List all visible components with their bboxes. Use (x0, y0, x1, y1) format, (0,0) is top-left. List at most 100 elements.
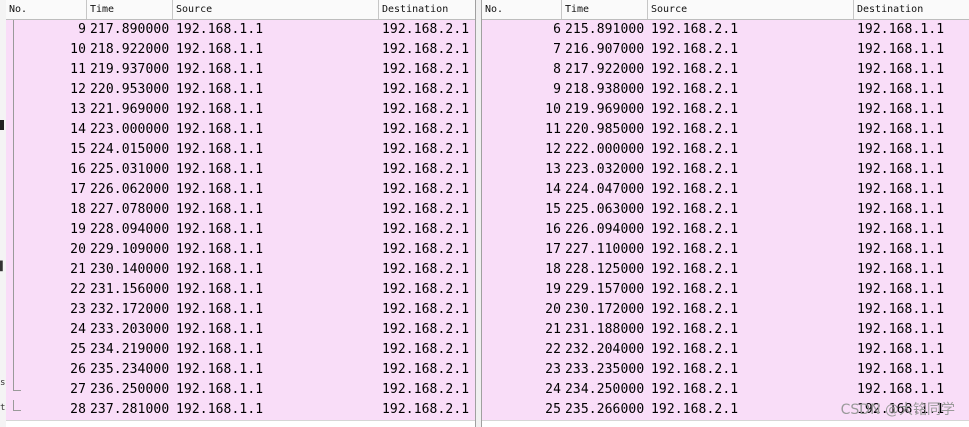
table-row[interactable]: 12 222.000000 192.168.2.1 192.168.1.1 (482, 140, 969, 160)
table-row[interactable]: 18 227.078000 192.168.1.1 192.168.2.1 (6, 200, 475, 220)
table-row[interactable]: 22 231.156000 192.168.1.1 192.168.2.1 (6, 280, 475, 300)
table-row[interactable]: 15 224.015000 192.168.1.1 192.168.2.1 (6, 140, 475, 160)
cell-time: 234.219000 (90, 342, 170, 357)
cell-source: 192.168.2.1 (651, 362, 739, 377)
cell-destination: 192.168.2.1 (382, 222, 470, 237)
table-row[interactable]: 9 217.890000 192.168.1.1 192.168.2.1 (6, 20, 475, 40)
cell-source: 192.168.1.1 (176, 102, 264, 117)
cell-source: 192.168.2.1 (651, 22, 739, 37)
table-row[interactable]: 11 219.937000 192.168.1.1 192.168.2.1 (6, 60, 475, 80)
table-row[interactable]: 28 237.281000 192.168.1.1 192.168.2.1 (6, 400, 475, 420)
cell-destination: 192.168.1.1 (857, 282, 945, 297)
cell-no: 9 (553, 82, 561, 97)
cell-no: 19 (545, 282, 561, 297)
table-row[interactable]: 21 231.188000 192.168.2.1 192.168.1.1 (482, 320, 969, 340)
cell-source: 192.168.2.1 (651, 382, 739, 397)
table-row[interactable]: 10 218.922000 192.168.1.1 192.168.2.1 (6, 40, 475, 60)
table-row[interactable]: 16 226.094000 192.168.2.1 192.168.1.1 (482, 220, 969, 240)
cell-time: 216.907000 (565, 42, 645, 57)
table-row[interactable]: 19 228.094000 192.168.1.1 192.168.2.1 (6, 220, 475, 240)
table-row[interactable]: 18 228.125000 192.168.2.1 192.168.1.1 (482, 260, 969, 280)
cell-destination: 192.168.2.1 (382, 402, 470, 417)
cell-destination: 192.168.2.1 (382, 42, 470, 57)
cell-destination: 192.168.1.1 (857, 42, 945, 57)
table-row[interactable]: 11 220.985000 192.168.2.1 192.168.1.1 (482, 120, 969, 140)
table-row[interactable]: 24 234.250000 192.168.2.1 192.168.1.1 (482, 380, 969, 400)
packet-list-left: No. Time Source Destination 9 217.890000 1… (6, 0, 475, 427)
cell-source: 192.168.2.1 (651, 162, 739, 177)
table-row[interactable]: 13 223.032000 192.168.2.1 192.168.1.1 (482, 160, 969, 180)
cell-no: 11 (70, 62, 86, 77)
packet-rows: 9 217.890000 192.168.1.1 192.168.2.1 10 218.9… (6, 20, 475, 420)
cell-time: 236.250000 (90, 382, 170, 397)
column-header-destination[interactable]: Destination (854, 0, 969, 19)
column-header-source[interactable]: Source (648, 0, 854, 19)
cell-source: 192.168.1.1 (176, 402, 264, 417)
cell-destination: 192.168.2.1 (382, 162, 470, 177)
cell-no: 12 (70, 82, 86, 97)
cell-no: 16 (545, 222, 561, 237)
cell-source: 192.168.2.1 (651, 182, 739, 197)
cell-source: 192.168.2.1 (651, 242, 739, 257)
cell-time: 232.204000 (565, 342, 645, 357)
cell-destination: 192.168.1.1 (857, 382, 945, 397)
cell-source: 192.168.1.1 (176, 262, 264, 277)
table-row[interactable]: 14 223.000000 192.168.1.1 192.168.2.1 (6, 120, 475, 140)
table-row[interactable]: 20 230.172000 192.168.2.1 192.168.1.1 (482, 300, 969, 320)
cell-no: 27 (70, 382, 86, 397)
table-row[interactable]: 10 219.969000 192.168.2.1 192.168.1.1 (482, 100, 969, 120)
table-row[interactable]: 13 221.969000 192.168.1.1 192.168.2.1 (6, 100, 475, 120)
cell-no: 9 (78, 22, 86, 37)
cell-destination: 192.168.2.1 (382, 122, 470, 137)
table-row[interactable]: 19 229.157000 192.168.2.1 192.168.1.1 (482, 280, 969, 300)
column-header-no[interactable]: No. (482, 0, 562, 19)
cell-destination: 192.168.2.1 (382, 262, 470, 277)
column-header-destination[interactable]: Destination (379, 0, 475, 19)
cell-time: 220.953000 (90, 82, 170, 97)
table-row[interactable]: 25 234.219000 192.168.1.1 192.168.2.1 (6, 340, 475, 360)
table-row[interactable]: 8 217.922000 192.168.2.1 192.168.1.1 (482, 60, 969, 80)
cell-source: 192.168.1.1 (176, 42, 264, 57)
cell-source: 192.168.1.1 (176, 202, 264, 217)
column-header-time[interactable]: Time (562, 0, 648, 19)
cell-no: 25 (70, 342, 86, 357)
table-row[interactable]: 24 233.203000 192.168.1.1 192.168.2.1 (6, 320, 475, 340)
cell-no: 24 (70, 322, 86, 337)
table-row[interactable]: 17 227.110000 192.168.2.1 192.168.1.1 (482, 240, 969, 260)
table-row[interactable]: 23 232.172000 192.168.1.1 192.168.2.1 (6, 300, 475, 320)
table-row[interactable]: 20 229.109000 192.168.1.1 192.168.2.1 (6, 240, 475, 260)
cell-source: 192.168.1.1 (176, 322, 264, 337)
cell-no: 21 (545, 322, 561, 337)
cell-destination: 192.168.2.1 (382, 362, 470, 377)
table-row[interactable]: 7 216.907000 192.168.2.1 192.168.1.1 (482, 40, 969, 60)
table-row[interactable]: 14 224.047000 192.168.2.1 192.168.1.1 (482, 180, 969, 200)
column-header-time[interactable]: Time (87, 0, 173, 19)
cell-time: 231.156000 (90, 282, 170, 297)
cell-no: 20 (70, 242, 86, 257)
table-row[interactable]: 16 225.031000 192.168.1.1 192.168.2.1 (6, 160, 475, 180)
empty-area (482, 420, 969, 427)
cell-time: 225.031000 (90, 162, 170, 177)
cell-no: 22 (545, 342, 561, 357)
edge-mark: t (0, 403, 6, 413)
packet-list-right: No. Time Source Destination 6 215.891000 1… (482, 0, 969, 427)
table-row[interactable]: 17 226.062000 192.168.1.1 192.168.2.1 (6, 180, 475, 200)
column-header-no[interactable]: No. (6, 0, 87, 19)
table-row[interactable]: 6 215.891000 192.168.2.1 192.168.1.1 (482, 20, 969, 40)
column-header-source[interactable]: Source (173, 0, 379, 19)
table-row[interactable]: 22 232.204000 192.168.2.1 192.168.1.1 (482, 340, 969, 360)
watermark-text: CSDN @大铭同学 (840, 402, 955, 418)
cell-time: 229.157000 (565, 282, 645, 297)
table-row[interactable]: 21 230.140000 192.168.1.1 192.168.2.1 (6, 260, 475, 280)
pane-divider[interactable] (475, 0, 482, 427)
cell-time: 220.985000 (565, 122, 645, 137)
cell-source: 192.168.1.1 (176, 222, 264, 237)
table-row[interactable]: 12 220.953000 192.168.1.1 192.168.2.1 (6, 80, 475, 100)
cell-no: 24 (545, 382, 561, 397)
cell-time: 225.063000 (565, 202, 645, 217)
table-row[interactable]: 15 225.063000 192.168.2.1 192.168.1.1 (482, 200, 969, 220)
table-row[interactable]: 26 235.234000 192.168.1.1 192.168.2.1 (6, 360, 475, 380)
table-row[interactable]: 27 236.250000 192.168.1.1 192.168.2.1 (6, 380, 475, 400)
table-row[interactable]: 9 218.938000 192.168.2.1 192.168.1.1 (482, 80, 969, 100)
table-row[interactable]: 23 233.235000 192.168.2.1 192.168.1.1 (482, 360, 969, 380)
